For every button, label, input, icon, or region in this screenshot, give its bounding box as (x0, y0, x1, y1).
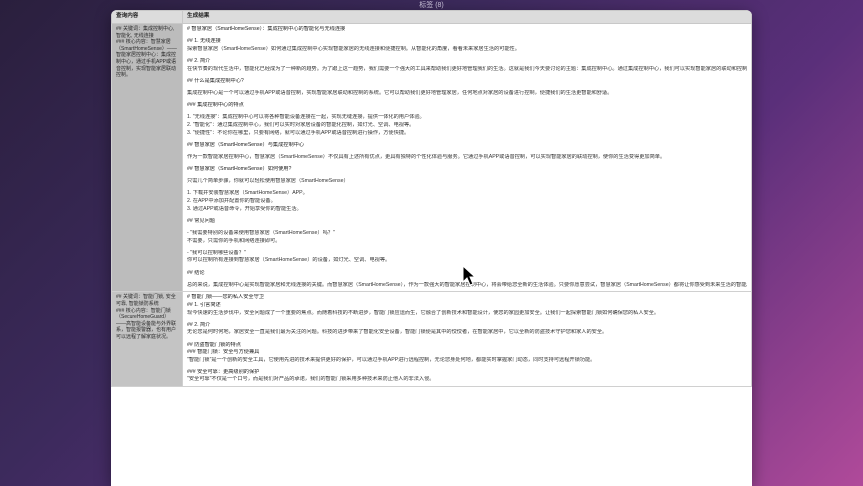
result-line: ## 什么是集成控制中心? (187, 77, 244, 84)
result-line: 3. "便捷性"：不论你在哪里，只要有网络，就可以通过手机APP或语音控制进行操… (187, 129, 410, 136)
result-line: ## 2. 简介 (187, 57, 211, 64)
result-line: ## 常见问题 (187, 217, 215, 224)
result-line: 不需要，只需你的手机和网络连接即可。 (187, 237, 281, 244)
header-query: 查询内容 (111, 10, 183, 24)
result-line: ## 1. 引言简述 (187, 301, 221, 308)
result-line: ## 智慧家居（SmartHomeSense）与集成控制中心 (187, 141, 305, 148)
query-cell: ## 关键词：智能门锁, 安全可靠, 智能锁防系统 ### 核心内容：智能门锁（… (111, 291, 183, 388)
results-table: 查询内容 生成结果 ## 关键词：集成控制中心, 智能化, 无线连接 ### 核… (111, 10, 752, 388)
result-line: 2. "智能化"：通过集成控制中心，我们可以实时对家居设备的智能化控制，如灯光、… (187, 121, 415, 128)
result-line: 作为一款智能家居控制中心，智慧家居（SmartHomeSense）不仅具有上述所… (187, 153, 666, 160)
table-row: ## 关键词：智能门锁, 安全可靠, 智能锁防系统 ### 核心内容：智能门锁（… (111, 291, 752, 388)
result-line: 现今快速的生活步伐中，安全问题成了一个重要的焦点。而随着科技的不断进步，智能门锁… (187, 309, 660, 316)
result-line: 在快节奏的现代生活中，智能化已经成为了一种新的趋势。为了跟上这一趋势，我们需要一… (187, 65, 747, 72)
table-row: ## 关键词：集成控制中心, 智能化, 无线连接 ### 核心内容：智慧家居（S… (111, 22, 752, 293)
result-line: 只需几个简单步骤，你就可以轻松使用智慧家居（SmartHomeSense） (187, 178, 349, 185)
result-line: ### 集成控制中心的特点 (187, 102, 244, 109)
result-line: ## 防盗智能门锁的特点 (187, 341, 241, 348)
result-line: ### 安全可靠：更高级别的保护 (187, 368, 260, 375)
result-line: 你可以控制所有连接到智慧家居（SmartHomeSense）的设备，如灯光、空调… (187, 257, 391, 264)
mouse-pointer-icon (462, 265, 476, 286)
result-line: "智能门锁"是一个创新的安全工具，它使用先进的技术来提供更好的保护，可以通过手机… (187, 356, 596, 363)
result-line: # 智能门锁——您的私人安全守卫 (187, 294, 264, 301)
result-cell: # 智能门锁——您的私人安全守卫 ## 1. 引言简述 现今快速的生活步伐中，安全问… (182, 291, 752, 388)
result-line: 1. 下载并安装智慧家居（SmartHomeSense）APP。 (187, 190, 308, 197)
result-line: "安全可靠"不仅是一个口号，而是我们对产品的承诺，我们的智能门锁采用多种技术来防… (187, 376, 435, 383)
result-line: ## 智慧家居（SmartHomeSense）如何使用? (187, 166, 292, 173)
result-line: # 智慧家居（SmartHomeSense）：集成控制中心的智能化与无线连接 (187, 26, 346, 32)
result-line: ## 2. 简介 (187, 321, 211, 328)
query-cell: ## 关键词：集成控制中心, 智能化, 无线连接 ### 核心内容：智慧家居（S… (111, 22, 183, 293)
result-line: 2. 在APP中添加并配置你的智能设备。 (187, 198, 276, 205)
header-result: 生成结果 (182, 10, 752, 24)
result-line: 集成控制中心是一个可以通过手机APP或语音控制，实现智能家居联动和控制的系统。它… (187, 89, 613, 96)
result-line: ## 1. 无线连接 (187, 38, 221, 45)
result-line: - "我可以控制哪些设备？" (187, 249, 246, 256)
result-line: - "我需要特别的设备来使用智慧家居（SmartHomeSense）吗？" (187, 230, 335, 236)
app-window: 查询内容 生成结果 ## 关键词：集成控制中心, 智能化, 无线连接 ### 核… (111, 10, 752, 486)
result-line: 1. "无线连接"：集成控制中心可以将各种智能设备连接在一起，实现无缝连接，提供… (187, 114, 425, 121)
result-line: 3. 通过APP或语音命令，开始享受你的智能生活。 (187, 205, 302, 212)
result-line: 探索智慧家居（SmartHomeSense）如何通过集成控制中心实现智能家居的无… (187, 45, 520, 52)
result-line: 无论您是何时何地，家居安全一直是我们最为关注的问题。科技的进步带来了智能化安全设… (187, 329, 608, 336)
table-header-row: 查询内容 生成结果 (111, 10, 752, 24)
result-line: ### 智能门锁：安全与方便兼具 (187, 349, 260, 356)
result-cell: # 智慧家居（SmartHomeSense）：集成控制中心的智能化与无线连接 ##… (182, 22, 752, 293)
